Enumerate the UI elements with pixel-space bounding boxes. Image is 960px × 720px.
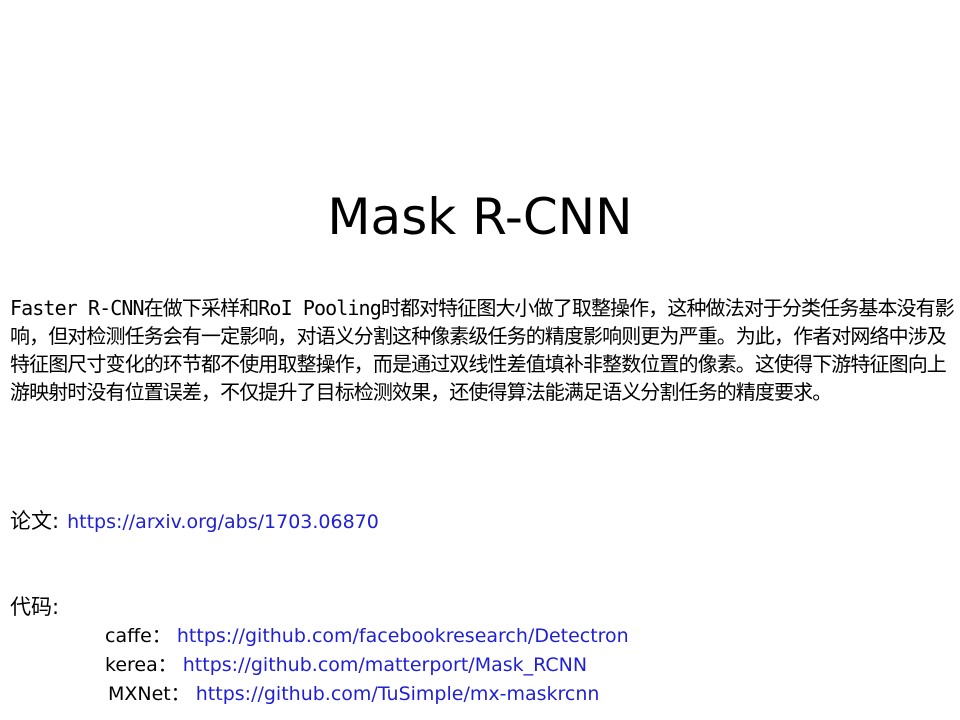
- code-item-name: caffe：: [105, 625, 171, 647]
- code-link-kerea[interactable]: https://github.com/matterport/Mask_RCNN: [183, 654, 587, 676]
- code-link-caffe[interactable]: https://github.com/facebookresearch/Dete…: [177, 625, 629, 647]
- code-link-mxnet[interactable]: https://github.com/TuSimple/mx-maskrcnn: [196, 683, 600, 705]
- code-item-kerea: kerea： https://github.com/matterport/Mask…: [105, 650, 587, 677]
- code-item-name: MXNet：: [108, 683, 190, 705]
- slide: Mask R-CNN Faster R-CNN在做下采样和RoI Pooling…: [0, 0, 960, 720]
- code-item-name: kerea：: [105, 654, 177, 676]
- paper-label: 论文:: [10, 509, 60, 533]
- code-item-caffe: caffe： https://github.com/facebookresearc…: [105, 621, 629, 648]
- slide-title: Mask R-CNN: [327, 188, 633, 246]
- paper-row: 论文: https://arxiv.org/abs/1703.06870: [10, 505, 379, 535]
- code-item-mxnet: MXNet： https://github.com/TuSimple/mx-mas…: [108, 679, 599, 706]
- body-paragraph: Faster R-CNN在做下采样和RoI Pooling时都对特征图大小做了取…: [10, 296, 955, 404]
- code-label: 代码:: [10, 595, 60, 619]
- paper-link[interactable]: https://arxiv.org/abs/1703.06870: [67, 511, 379, 533]
